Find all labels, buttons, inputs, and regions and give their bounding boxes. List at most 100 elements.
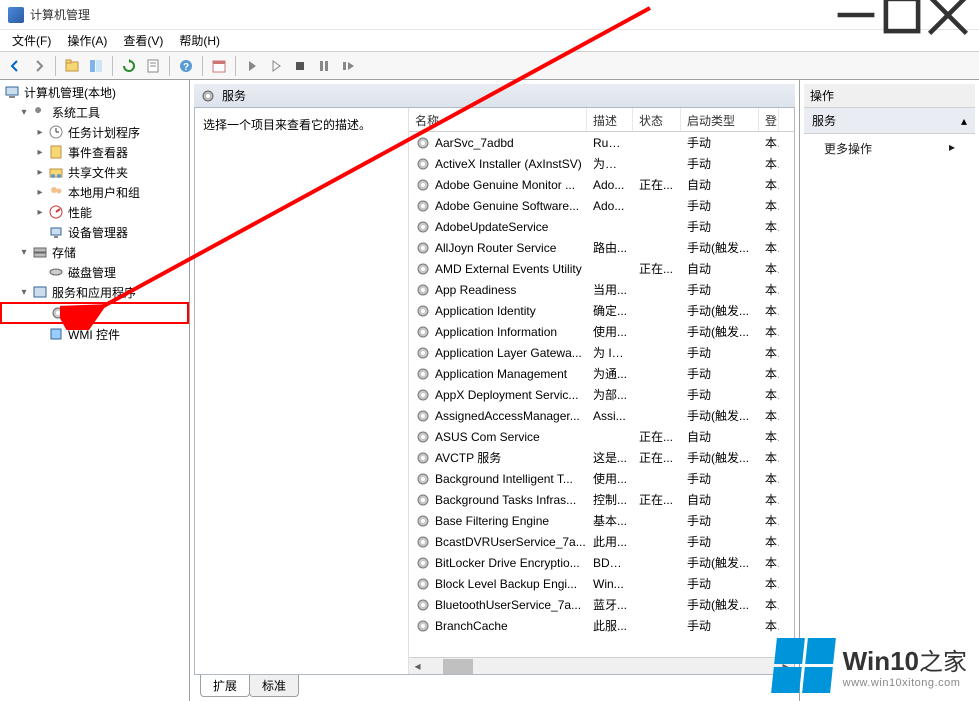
list-rows[interactable]: AarSvc_7adbdRunt...手动本ActiveX Installer …: [409, 132, 794, 657]
menu-view[interactable]: 查看(V): [115, 30, 171, 51]
back-button[interactable]: [4, 55, 26, 77]
cell-name: AarSvc_7adbd: [409, 135, 587, 151]
menu-help[interactable]: 帮助(H): [171, 30, 228, 51]
service-row[interactable]: Background Intelligent T...使用...手动本: [409, 468, 794, 489]
tree-services-apps[interactable]: ▾ 服务和应用程序: [0, 282, 189, 302]
tree-device-manager[interactable]: 设备管理器: [0, 222, 189, 242]
service-row[interactable]: ASUS Com Service正在...自动本: [409, 426, 794, 447]
play-button[interactable]: [241, 55, 263, 77]
col-logon[interactable]: 登: [759, 108, 779, 131]
horizontal-scrollbar[interactable]: ◂ ▸: [409, 657, 794, 674]
cell-desc: BDE...: [587, 556, 633, 570]
service-row[interactable]: Base Filtering Engine基本...手动本: [409, 510, 794, 531]
menu-file[interactable]: 文件(F): [4, 30, 59, 51]
cell-name: Application Identity: [409, 303, 587, 319]
service-row[interactable]: BluetoothUserService_7a...蓝牙...手动(触发...本: [409, 594, 794, 615]
collapse-icon[interactable]: ▾: [18, 246, 30, 258]
col-state[interactable]: 状态: [633, 108, 681, 131]
cell-desc: 此服...: [587, 617, 633, 634]
gear-icon: [415, 471, 431, 487]
maximize-button[interactable]: [879, 0, 925, 30]
gear-icon: [415, 513, 431, 529]
tree-shared-folders[interactable]: ▸ 共享文件夹: [0, 162, 189, 182]
service-row[interactable]: App Readiness当用...手动本: [409, 279, 794, 300]
cell-desc: 为 In...: [587, 344, 633, 361]
service-row[interactable]: AMD External Events Utility正在...自动本: [409, 258, 794, 279]
service-row[interactable]: Adobe Genuine Software...Ado...手动本: [409, 195, 794, 216]
service-row[interactable]: Background Tasks Infras...控制...正在...自动本: [409, 489, 794, 510]
service-row[interactable]: ActiveX Installer (AxInstSV)为从 ...手动本: [409, 153, 794, 174]
col-desc[interactable]: 描述: [587, 108, 633, 131]
collapse-icon[interactable]: ▾: [18, 106, 30, 118]
expand-icon[interactable]: ▸: [34, 166, 46, 178]
service-row[interactable]: Application Identity确定...手动(触发...本: [409, 300, 794, 321]
up-button[interactable]: [61, 55, 83, 77]
gear-icon: [200, 88, 216, 104]
expand-icon[interactable]: ▸: [34, 146, 46, 158]
tree-root[interactable]: 计算机管理(本地): [0, 82, 189, 102]
calendar-button[interactable]: [208, 55, 230, 77]
restart-button[interactable]: [337, 55, 359, 77]
forward-button[interactable]: [28, 55, 50, 77]
action-sub[interactable]: 服务 ▴: [804, 108, 975, 134]
description-pane: 选择一个项目来查看它的描述。: [195, 108, 408, 674]
show-hide-tree-button[interactable]: [85, 55, 107, 77]
cell-logon: 本: [759, 428, 779, 445]
cell-start: 手动: [681, 197, 759, 214]
scroll-left-icon[interactable]: ◂: [409, 658, 426, 675]
tree-label: 系统工具: [52, 104, 100, 121]
service-row[interactable]: AppX Deployment Servic...为部...手动本: [409, 384, 794, 405]
col-start[interactable]: 启动类型: [681, 108, 759, 131]
gear-icon: [415, 324, 431, 340]
col-name[interactable]: 名称: [409, 108, 587, 131]
service-row[interactable]: AllJoyn Router Service路由...手动(触发...本: [409, 237, 794, 258]
play2-button[interactable]: [265, 55, 287, 77]
action-more[interactable]: 更多操作 ▸: [804, 134, 975, 163]
tree-system-tools[interactable]: ▾ 系统工具: [0, 102, 189, 122]
cell-name: BitLocker Drive Encryptio...: [409, 555, 587, 571]
service-row[interactable]: AarSvc_7adbdRunt...手动本: [409, 132, 794, 153]
service-row[interactable]: BcastDVRUserService_7a...此用...手动本: [409, 531, 794, 552]
minimize-button[interactable]: [833, 0, 879, 30]
tree-performance[interactable]: ▸ 性能: [0, 202, 189, 222]
service-row[interactable]: Application Information使用...手动(触发...本: [409, 321, 794, 342]
service-row[interactable]: Application Management为通...手动本: [409, 363, 794, 384]
service-row[interactable]: BitLocker Drive Encryptio...BDE...手动(触发.…: [409, 552, 794, 573]
collapse-icon[interactable]: ▾: [18, 286, 30, 298]
tree-task-scheduler[interactable]: ▸ 任务计划程序: [0, 122, 189, 142]
tree-storage[interactable]: ▾ 存储: [0, 242, 189, 262]
clock-icon: [48, 124, 64, 140]
service-row[interactable]: BranchCache此服...手动本: [409, 615, 794, 636]
service-row[interactable]: Application Layer Gatewa...为 In...手动本: [409, 342, 794, 363]
expand-icon[interactable]: ▸: [34, 206, 46, 218]
service-row[interactable]: AssignedAccessManager...Assi...手动(触发...本: [409, 405, 794, 426]
stop-button[interactable]: [289, 55, 311, 77]
gear-icon: [415, 261, 431, 277]
tab-standard[interactable]: 标准: [249, 675, 299, 697]
refresh-button[interactable]: [118, 55, 140, 77]
service-row[interactable]: AVCTP 服务这是...正在...手动(触发...本: [409, 447, 794, 468]
scroll-thumb[interactable]: [443, 659, 473, 674]
export-button[interactable]: [142, 55, 164, 77]
tree-pane[interactable]: 计算机管理(本地) ▾ 系统工具 ▸ 任务计划程序 ▸ 事件查看器 ▸ 共享文件…: [0, 80, 190, 701]
pause-button[interactable]: [313, 55, 335, 77]
watermark-brand-en: Win10: [843, 646, 919, 676]
tree-disk-mgmt[interactable]: 磁盘管理: [0, 262, 189, 282]
help-button[interactable]: ?: [175, 55, 197, 77]
title-bar: 计算机管理: [0, 0, 979, 30]
service-row[interactable]: Block Level Backup Engi...Win...手动本: [409, 573, 794, 594]
tree-local-users[interactable]: ▸ 本地用户和组: [0, 182, 189, 202]
tab-extended[interactable]: 扩展: [200, 675, 250, 697]
menu-action[interactable]: 操作(A): [59, 30, 115, 51]
tree-event-viewer[interactable]: ▸ 事件查看器: [0, 142, 189, 162]
service-row[interactable]: AdobeUpdateService手动本: [409, 216, 794, 237]
tree-services[interactable]: 服务: [0, 302, 189, 324]
expand-icon[interactable]: ▸: [34, 126, 46, 138]
cell-desc: Ado...: [587, 199, 633, 213]
expand-icon[interactable]: ▸: [34, 186, 46, 198]
cell-logon: 本: [759, 155, 779, 172]
storage-icon: [32, 244, 48, 260]
close-button[interactable]: [925, 0, 971, 30]
tree-wmi[interactable]: WMI 控件: [0, 324, 189, 344]
service-row[interactable]: Adobe Genuine Monitor ...Ado...正在...自动本: [409, 174, 794, 195]
